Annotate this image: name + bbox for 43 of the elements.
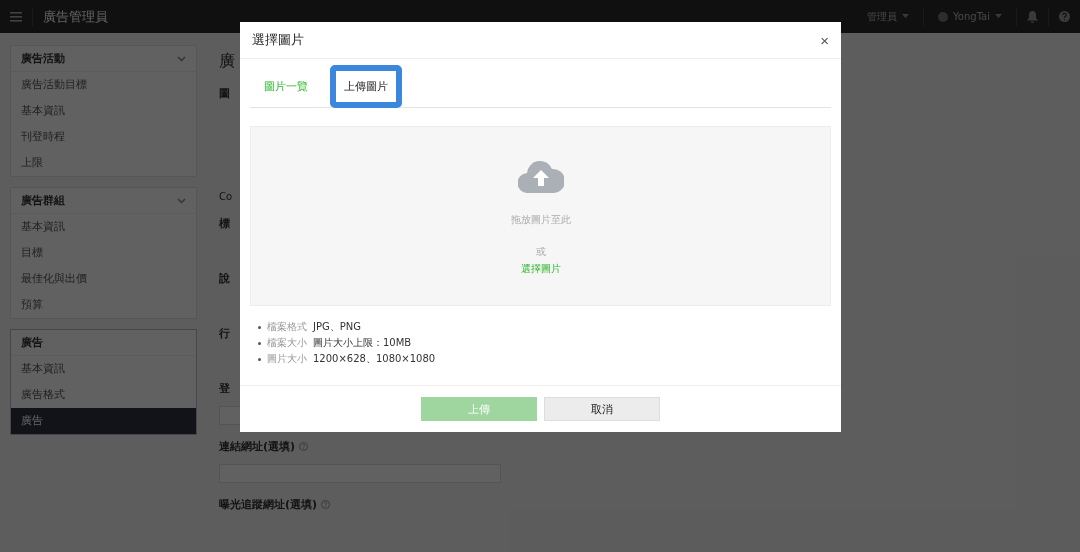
field-label: 連結網址(選填) [219, 439, 296, 454]
chevron-icon[interactable] [177, 197, 186, 204]
field-label: 曝光追蹤網址(選填) [219, 497, 318, 512]
field-label: 圖 [219, 86, 230, 101]
requirement-label: 圖片大小 [267, 352, 307, 366]
requirement-label: 檔案格式 [267, 320, 307, 334]
chevron-icon[interactable] [177, 55, 186, 62]
section-title[interactable]: 廣告活動 [21, 51, 65, 66]
caret-icon [902, 14, 910, 19]
section-title[interactable]: 廣告 [21, 335, 43, 350]
page-title: 廣 [219, 51, 236, 72]
cancel-button[interactable]: 取消 [544, 397, 660, 421]
bullet-icon [258, 325, 261, 329]
drop-zone[interactable]: 拖放圖片至此 或 選擇圖片 [250, 126, 831, 306]
bullet-icon [258, 341, 261, 345]
dialog-title: 選擇圖片 [252, 31, 304, 49]
tab[interactable]: 圖片一覽 [250, 72, 322, 100]
avatar-icon [938, 11, 949, 22]
requirement-value: 圖片大小上限：10MB [313, 336, 412, 350]
choose-image-link[interactable]: 選擇圖片 [520, 262, 561, 276]
field-label: 行 [219, 326, 230, 341]
field-label: 登 [219, 381, 230, 396]
bullet-icon [258, 357, 261, 361]
field-note: Co [219, 191, 234, 202]
sidebar-item[interactable]: 上限 [11, 150, 196, 176]
cloud-upload-icon [517, 159, 564, 193]
caret-icon [995, 14, 1002, 19]
sidebar-item[interactable]: 廣告 [11, 408, 196, 434]
sidebar-item[interactable]: 廣告格式 [11, 382, 196, 408]
close-button[interactable]: × [820, 31, 829, 49]
app-title: 廣告管理員 [43, 7, 108, 26]
or-text: 或 [535, 245, 546, 259]
bell-icon[interactable] [1027, 10, 1038, 23]
tab[interactable]: 上傳圖片 [330, 64, 402, 108]
menu-icon[interactable] [10, 11, 22, 22]
requirement-label: 檔案大小 [267, 336, 307, 350]
section-title[interactable]: 廣告群組 [21, 193, 65, 208]
field-label: 標 [219, 216, 230, 231]
drop-hint: 拖放圖片至此 [510, 213, 571, 227]
help-icon[interactable] [1059, 11, 1070, 22]
field-label: 說 [219, 271, 230, 286]
requirement-value: 1200×628、1080×1080 [313, 352, 436, 366]
requirement-value: JPG、PNG [313, 320, 361, 334]
